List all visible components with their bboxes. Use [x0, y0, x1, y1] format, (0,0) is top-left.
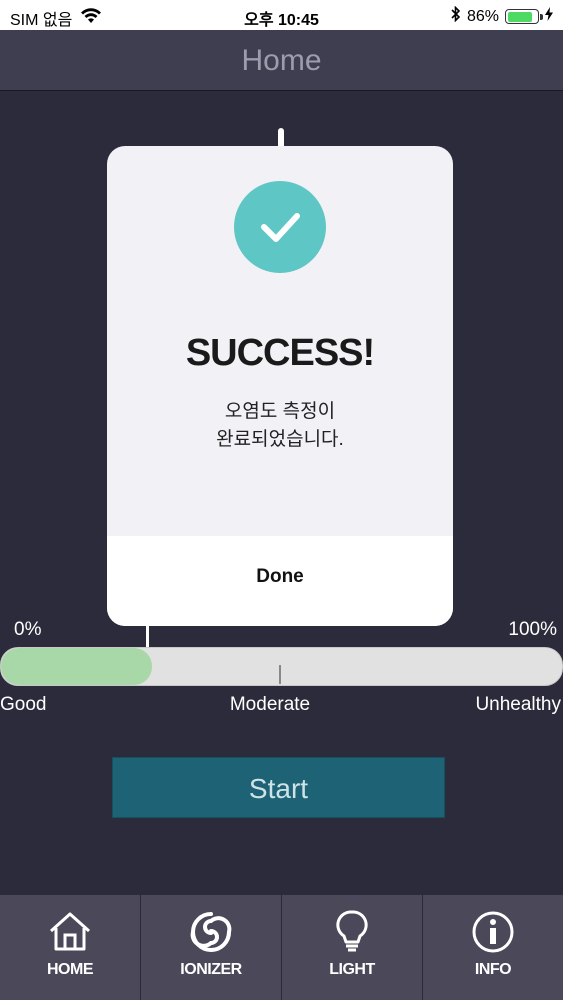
dialog-message-line2: 완료되었습니다. — [216, 429, 344, 450]
page-title: Home — [0, 30, 563, 91]
dialog-title: SUCCESS! — [185, 332, 375, 374]
gauge-min-label: 0% — [14, 619, 42, 640]
gauge-label-moderate: Moderate — [229, 694, 311, 715]
charging-icon — [545, 7, 553, 26]
success-dialog: SUCCESS! 오염도 측정이 완료되었습니다. Done — [107, 146, 453, 626]
dialog-message: 오염도 측정이 완료되었습니다. — [107, 398, 453, 454]
tab-ionizer-label: IONIZER — [180, 961, 242, 978]
tab-home-label: HOME — [47, 961, 94, 978]
bluetooth-icon — [451, 5, 461, 27]
start-button[interactable]: Start — [112, 757, 445, 818]
status-right: 86% — [451, 5, 553, 27]
tab-ionizer[interactable]: IONIZER — [141, 895, 282, 1000]
tab-light[interactable]: LIGHT — [282, 895, 423, 1000]
pollution-gauge — [0, 647, 563, 686]
gauge-fill — [1, 648, 153, 685]
tab-info[interactable]: INFO — [423, 895, 563, 1000]
dialog-message-line1: 오염도 측정이 — [224, 401, 336, 422]
gauge-max-label: 100% — [508, 619, 557, 640]
home-icon — [47, 909, 93, 955]
info-icon — [470, 909, 516, 955]
gauge-mid-tick — [279, 665, 281, 684]
tab-light-label: LIGHT — [329, 961, 375, 978]
status-bar: SIM 없음 오후 10:45 86% — [0, 0, 563, 30]
tab-home[interactable]: HOME — [0, 895, 141, 1000]
tab-bar: HOME IONIZER LIGHT INFO — [0, 895, 563, 1000]
gauge-label-unhealthy: Unhealthy — [475, 694, 561, 715]
done-button[interactable]: Done — [107, 566, 453, 588]
dialog-footer: Done — [107, 536, 453, 626]
battery-fill — [507, 11, 533, 22]
battery-icon — [505, 9, 543, 24]
tab-info-label: INFO — [474, 961, 512, 978]
checkmark-icon — [234, 181, 326, 273]
ionizer-icon — [188, 909, 234, 955]
lightbulb-icon — [329, 909, 375, 955]
battery-percent: 86% — [466, 7, 499, 25]
